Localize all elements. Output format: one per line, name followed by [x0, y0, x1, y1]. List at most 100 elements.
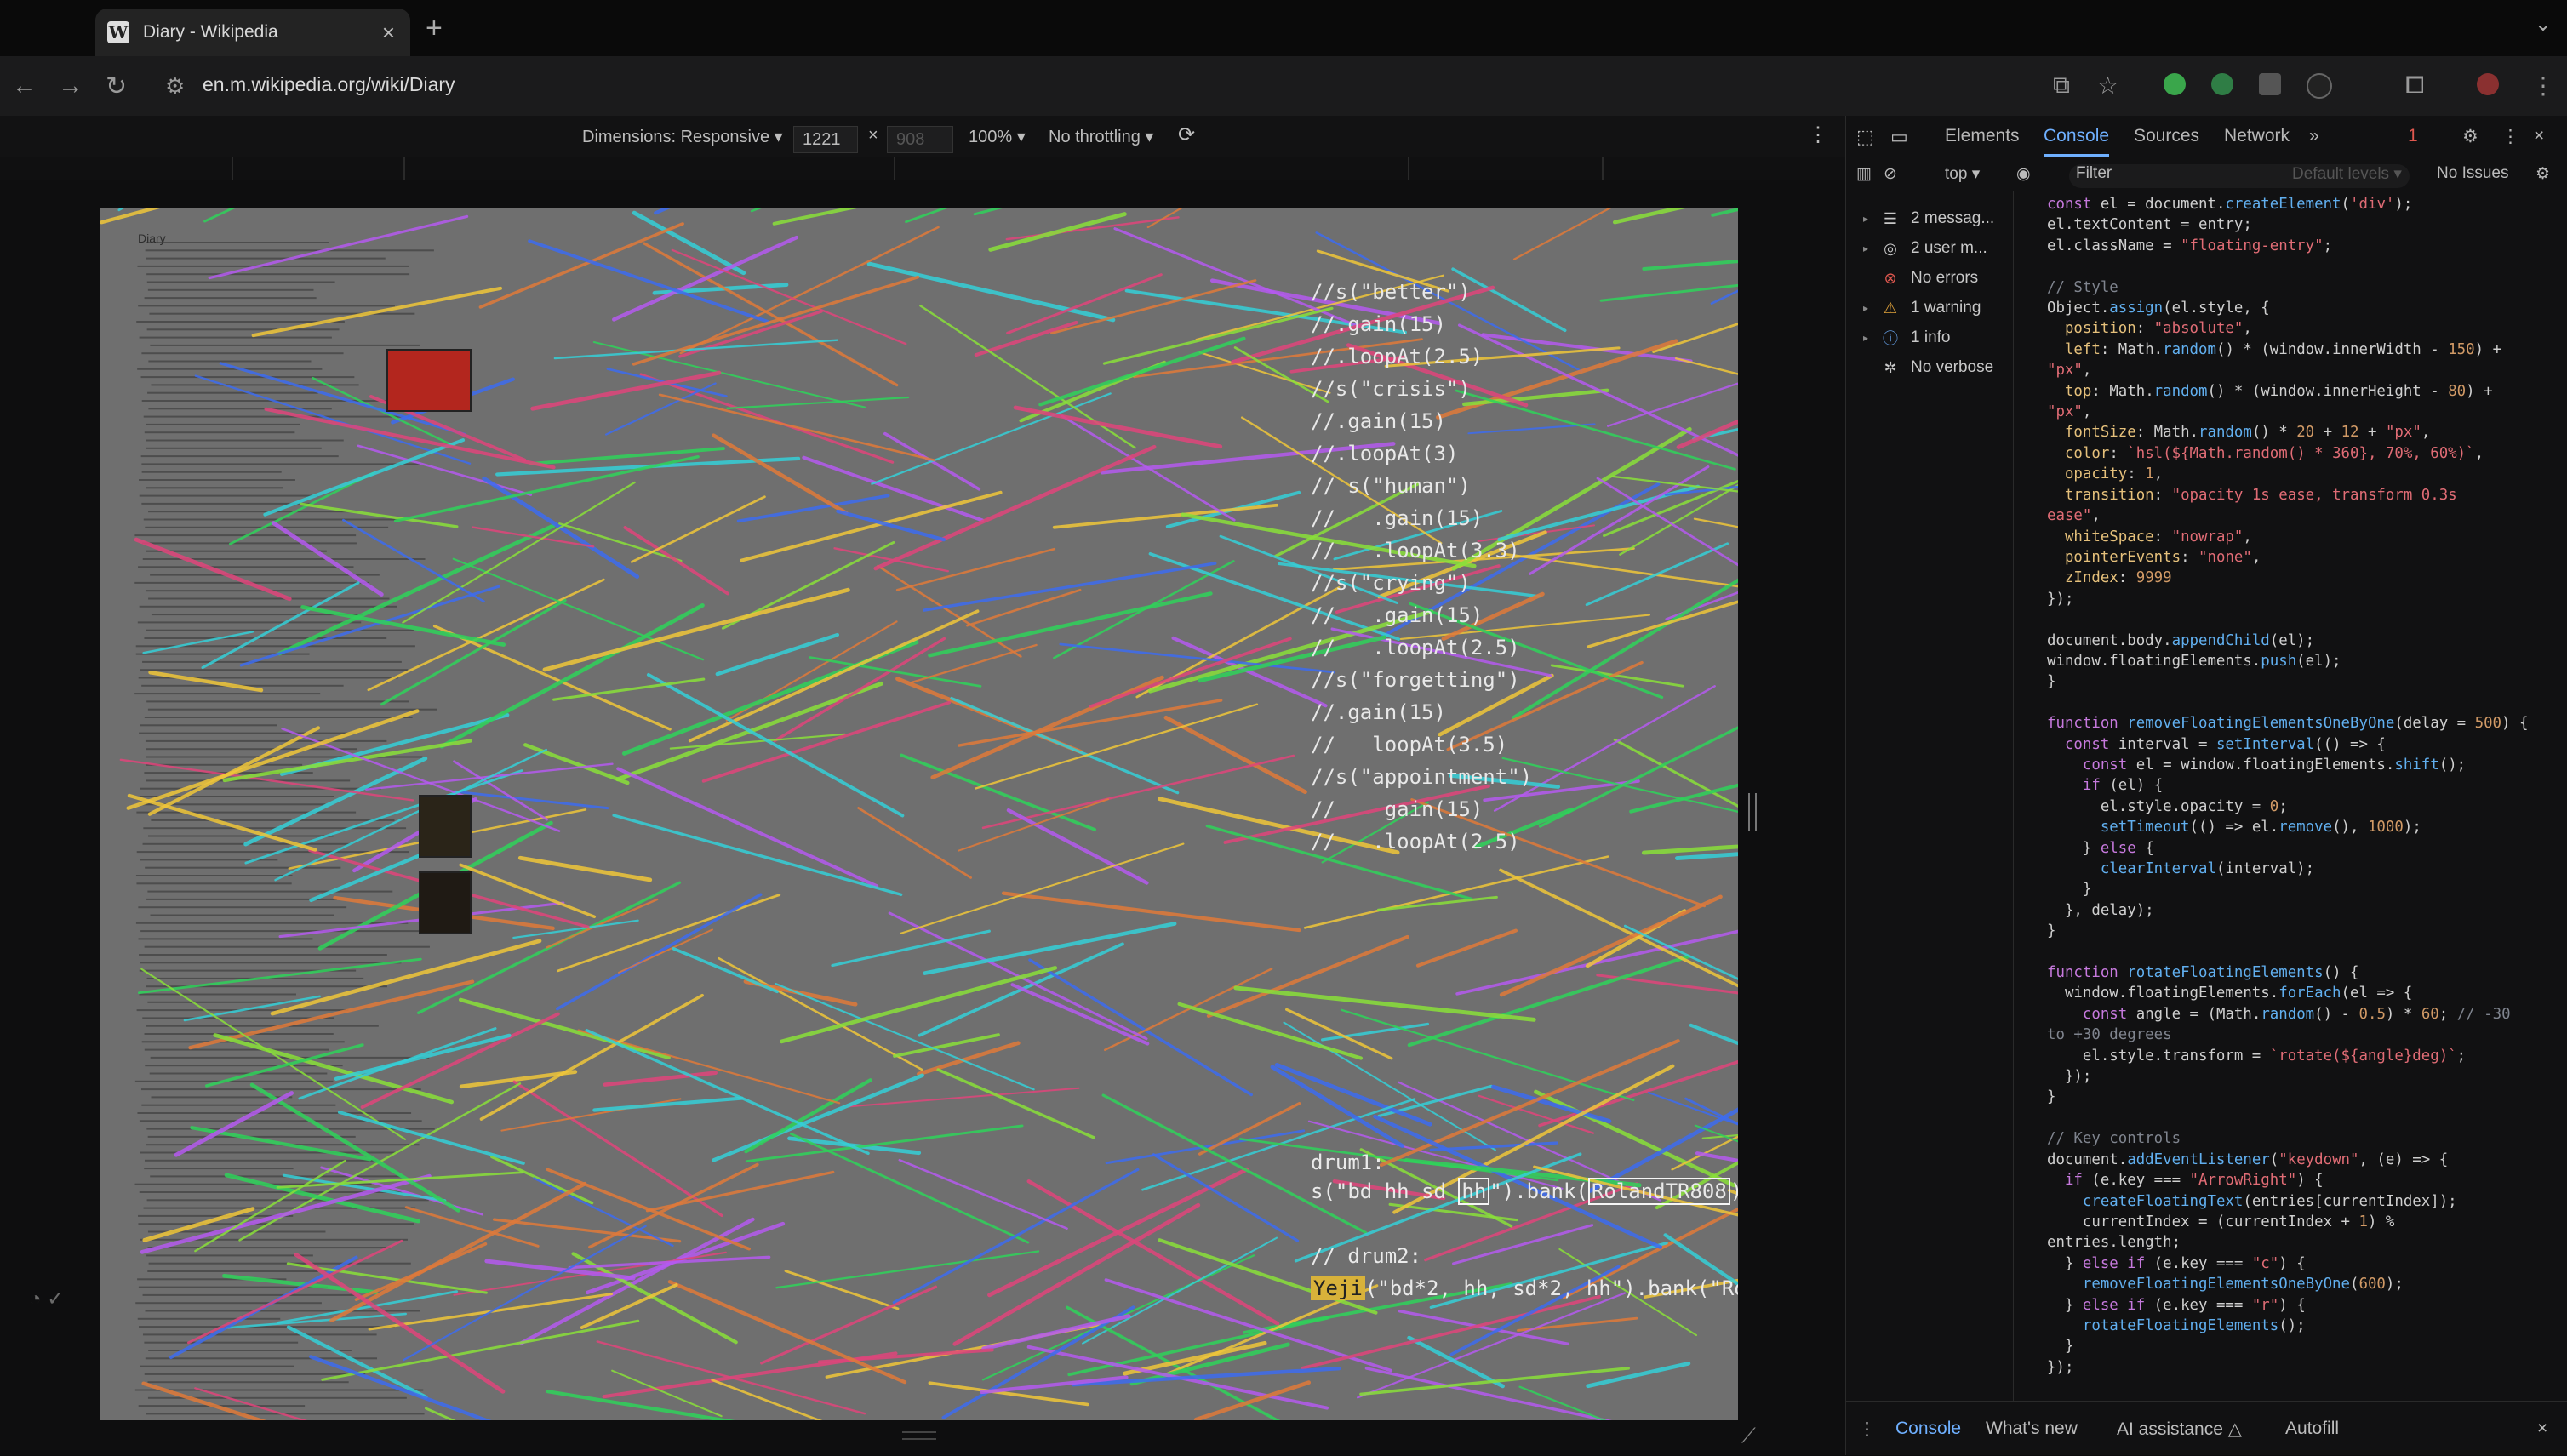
- sidebar-toggle-icon[interactable]: ▥: [1856, 164, 1872, 184]
- device-toggle-icon[interactable]: ▭: [1890, 126, 1908, 148]
- close-drawer-icon[interactable]: ×: [2537, 1419, 2547, 1439]
- close-devtools-icon[interactable]: ×: [2534, 126, 2544, 146]
- profile-avatar[interactable]: [2477, 73, 2499, 95]
- floating-line: [309, 848, 435, 903]
- floating-line: [701, 700, 952, 783]
- back-icon[interactable]: ←: [12, 71, 37, 100]
- expand-arrow-icon[interactable]: ▸: [1863, 302, 1877, 314]
- floating-line: [1529, 465, 1710, 575]
- extensions-puzzle-icon[interactable]: ⧠: [2405, 71, 2424, 100]
- address-bar[interactable]: en.m.wikipedia.org/wiki/Diary: [203, 73, 455, 96]
- tab-network[interactable]: Network: [2224, 126, 2290, 146]
- cast-icon[interactable]: ⧉: [2053, 71, 2070, 100]
- floating-line: [286, 1325, 428, 1399]
- floating-line: [1588, 1107, 1738, 1193]
- code-overlay-line: //.gain(15): [1311, 700, 1446, 724]
- floating-line: [802, 455, 985, 522]
- sidebar-item-label: No verbose: [1911, 358, 1994, 376]
- expand-arrow-icon[interactable]: ▸: [1863, 243, 1877, 254]
- browser-tab[interactable]: W Diary - Wikipedia ×: [95, 9, 410, 56]
- sidebar-item[interactable]: ▸ ☰ 2 messag...: [1863, 204, 1994, 233]
- devtools-menu-icon[interactable]: ⋮: [2501, 126, 2519, 147]
- drawer-tab-console[interactable]: Console: [1895, 1419, 1961, 1439]
- sidebar-item[interactable]: ▸ ⚠ 1 warning: [1863, 294, 1981, 323]
- extension-grammarly-icon[interactable]: [2211, 73, 2233, 95]
- new-tab-icon[interactable]: +: [426, 12, 443, 45]
- inspect-element-icon[interactable]: ⬚: [1856, 126, 1874, 148]
- drawer-tab-autofill[interactable]: Autofill: [2285, 1419, 2339, 1439]
- tab-sources[interactable]: Sources: [2134, 126, 2199, 146]
- floating-line: [478, 222, 684, 309]
- expand-arrow-icon[interactable]: ▸: [1863, 213, 1877, 225]
- floating-line: [452, 557, 705, 661]
- devtools-settings-icon[interactable]: ⚙: [2462, 126, 2478, 147]
- device-more-icon[interactable]: ⋮: [1808, 123, 1828, 147]
- error-count-badge[interactable]: 1: [2408, 126, 2418, 146]
- right-resize-handle[interactable]: [1748, 793, 1757, 831]
- sidebar-item[interactable]: ⊗ No errors: [1863, 264, 1978, 293]
- floating-line: [517, 855, 653, 882]
- rotate-icon[interactable]: ⟳: [1178, 123, 1195, 147]
- tab-console[interactable]: Console: [2044, 126, 2110, 157]
- width-input[interactable]: 1221: [793, 126, 858, 153]
- drawer-tab-whats-new[interactable]: What's new: [1986, 1419, 2078, 1439]
- sidebar-item[interactable]: ✲ No verbose: [1863, 353, 1993, 382]
- height-input[interactable]: 908: [887, 126, 953, 153]
- tab-elements[interactable]: Elements: [1945, 126, 2020, 146]
- floating-line: [1711, 208, 1738, 217]
- code-overlay-line: // .gain(15): [1311, 506, 1484, 530]
- throttling-dropdown[interactable]: No throttling ▾: [1049, 126, 1153, 147]
- sidebar-item[interactable]: ▸ ◎ 2 user m...: [1863, 234, 1987, 263]
- drum1-prefix: s("bd hh sd: [1311, 1179, 1459, 1203]
- bottom-resize-handle[interactable]: [902, 1431, 936, 1440]
- sidebar-item-label: 2 messag...: [1911, 209, 1995, 227]
- floating-line: [836, 509, 946, 542]
- site-info-icon[interactable]: ⚙: [165, 73, 185, 100]
- floating-line: [1585, 542, 1729, 607]
- floating-line: [1028, 958, 1253, 1097]
- floating-line: [974, 320, 1078, 357]
- more-tabs-icon[interactable]: »: [2309, 126, 2319, 146]
- drum2-label: // drum2:: [1311, 1244, 1422, 1268]
- expand-arrow-icon[interactable]: ▸: [1863, 332, 1877, 344]
- floating-line: [715, 632, 840, 677]
- context-selector[interactable]: top ▾: [1945, 164, 1980, 184]
- console-settings-icon[interactable]: ⚙: [2536, 164, 2550, 184]
- floating-line: [1728, 1189, 1738, 1196]
- zoom-dropdown[interactable]: 100% ▾: [969, 126, 1026, 147]
- browser-menu-icon[interactable]: ⋮: [2531, 71, 2555, 100]
- code-overlay-line: // .loopAt(3.3): [1311, 539, 1520, 562]
- floating-line: [141, 1381, 266, 1420]
- floating-line: [617, 928, 713, 974]
- extension-lock-icon[interactable]: [2307, 73, 2332, 99]
- floating-line: [1407, 1335, 1505, 1389]
- extension-doc-icon[interactable]: [2259, 73, 2281, 95]
- sidebar-item[interactable]: ▸ ⓘ 1 info: [1863, 323, 1950, 352]
- floating-line: [895, 547, 1056, 591]
- close-tab-icon[interactable]: ×: [382, 20, 395, 46]
- drawer-menu-icon[interactable]: ⋮: [1858, 1419, 1876, 1440]
- page-frame[interactable]: Diary //s("better") //.gain(15) //.loopAt(…: [100, 208, 1738, 1420]
- floating-line: [900, 753, 1097, 831]
- floating-line: [454, 790, 609, 810]
- clear-console-icon[interactable]: ⊘: [1884, 164, 1897, 184]
- corner-resize-icon[interactable]: ⟋: [1741, 1425, 1756, 1448]
- reload-icon[interactable]: ↻: [106, 71, 127, 101]
- console-code: const el = document.createElement('div')…: [2047, 196, 2529, 1376]
- extension-green-icon[interactable]: [2164, 73, 2186, 95]
- drawer-tab-ai-assistance[interactable]: AI assistance △: [2117, 1419, 2242, 1440]
- log-levels-dropdown[interactable]: Default levels ▾: [2292, 164, 2402, 184]
- floating-line: [1146, 208, 1185, 229]
- bookmark-star-icon[interactable]: ☆: [2097, 71, 2118, 100]
- forward-icon[interactable]: →: [58, 71, 83, 100]
- floating-line: [632, 210, 746, 276]
- floating-line: [556, 893, 763, 1011]
- tab-search-chevron-icon[interactable]: ⌄: [2535, 12, 2552, 37]
- dimensions-dropdown[interactable]: Dimensions: Responsive ▾: [582, 126, 783, 147]
- floating-line: [667, 1280, 907, 1385]
- floating-line: [277, 523, 556, 656]
- issues-count[interactable]: No Issues: [2437, 164, 2508, 183]
- floating-line: [1689, 1023, 1738, 1046]
- live-expression-eye-icon[interactable]: ◉: [2016, 164, 2031, 184]
- floating-line: [1006, 808, 1149, 885]
